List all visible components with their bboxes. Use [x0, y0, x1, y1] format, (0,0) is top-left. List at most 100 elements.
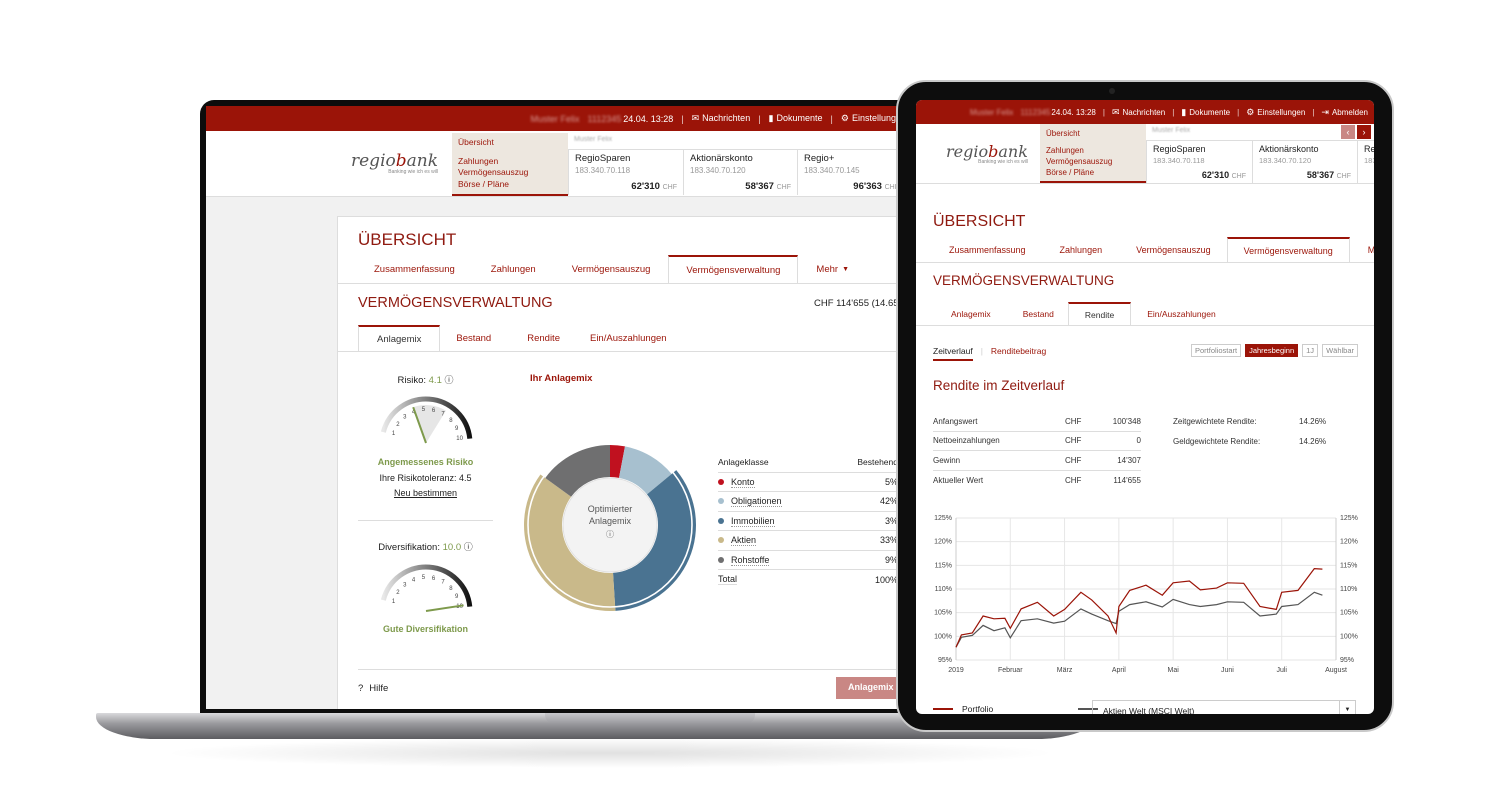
header: regiobank Banking wie ich es will Übersi…: [206, 131, 906, 197]
nav-item-uebersicht[interactable]: Übersicht: [458, 137, 562, 149]
nav-item-vermoegensauszug[interactable]: Vermögensauszug: [1046, 156, 1140, 167]
page-title: ÜBERSICHT: [358, 230, 457, 249]
subtab-anlagemix[interactable]: Anlagemix: [358, 325, 441, 351]
tab-vermoegensverwaltung[interactable]: Vermögensverwaltung: [1226, 237, 1350, 263]
gauge-tick: 7: [441, 580, 445, 586]
nav-item-boerse[interactable]: Börse / Pläne: [458, 179, 562, 191]
documents-link[interactable]: ▮ Dokumente: [1181, 107, 1230, 118]
allocation-row[interactable]: Immobilien 3%: [718, 512, 898, 531]
next-account-button[interactable]: ›: [1357, 125, 1371, 139]
account-number: 183.340.70.120: [690, 166, 746, 175]
account-owner: Muster Felix: [574, 136, 613, 143]
subtab-ein-auszahlungen[interactable]: Ein/Auszahlungen: [580, 325, 677, 351]
account-card[interactable]: Aktionärskonto 183.340.70.120 58'367 CHF: [683, 149, 797, 195]
messages-link[interactable]: ✉ Nachrichten: [692, 113, 751, 124]
tab-vermoegensauszug[interactable]: Vermögensauszug: [554, 255, 669, 284]
reassess-link[interactable]: Neu bestimmen: [358, 488, 493, 498]
document-icon: ▮: [768, 113, 774, 123]
logout-link[interactable]: ⇥ Abmelden: [1321, 107, 1368, 118]
performance-chart[interactable]: 95% 95% 100% 100% 105% 105% 110% 110% 115% 115% 12…: [926, 510, 1366, 680]
allocation-row[interactable]: Konto 5%: [718, 473, 898, 492]
tab-mehr-label: Mehr: [816, 264, 839, 275]
divider: |: [1172, 107, 1175, 117]
column-header-class: Anlageklasse: [718, 457, 769, 468]
subtab-bestand[interactable]: Bestand: [440, 325, 507, 351]
allocation-row[interactable]: Rohstoffe 9%: [718, 551, 898, 570]
account-name: Reg: [1364, 144, 1374, 154]
messages-label: Nachrichten: [1122, 107, 1166, 117]
legend-portfolio: Portfolio: [962, 704, 994, 714]
logout-icon: ⇥: [1321, 106, 1329, 117]
tab-zusammenfassung[interactable]: Zusammenfassung: [916, 237, 1042, 263]
prev-account-button[interactable]: ‹: [1341, 125, 1355, 139]
tab-zahlungen[interactable]: Zahlungen: [473, 255, 554, 284]
account-card[interactable]: Reg 183: [1357, 140, 1374, 183]
column-header-current: Bestehend: [857, 457, 898, 468]
risk-label-row: Risiko: 4.1 ⓘ: [358, 373, 493, 386]
period-portfoliostart[interactable]: Portfoliostart: [1190, 344, 1242, 357]
allocation-row[interactable]: Obligationen 42%: [718, 492, 898, 512]
account-card[interactable]: Aktionärskonto 183.340.70.120 58'367 CHF: [1252, 140, 1357, 183]
subtab-ein-auszahlungen[interactable]: Ein/Auszahlungen: [1131, 302, 1232, 326]
period-buttons: Portfoliostart Jahresbeginn 1J Wählbar: [1187, 344, 1358, 357]
total-value: 100%: [874, 574, 898, 585]
account-number: 183: [1364, 156, 1374, 165]
chevron-down-icon: ▼: [1339, 701, 1355, 714]
subtab-anlagemix[interactable]: Anlagemix: [933, 302, 1009, 326]
account-card[interactable]: RegioSparen 183.340.70.118 62'310 CHF: [568, 149, 683, 195]
documents-label: Dokumente: [1189, 107, 1231, 117]
tab-mehr[interactable]: Mehr▼: [1350, 237, 1374, 263]
account-card[interactable]: Regio+ 183.340.70.145 96'363 CHF: [797, 149, 906, 195]
regiobank-logo[interactable]: regiobank Banking wie ich es will: [946, 142, 1028, 165]
account-amount: 58'367 CHF: [1306, 170, 1351, 180]
messages-link[interactable]: ✉ Nachrichten: [1112, 107, 1165, 118]
asset-class: Rohstoffe: [718, 554, 770, 566]
info-icon[interactable]: ⓘ: [464, 542, 473, 552]
diversification-label-row: Diversifikation: 10.0 ⓘ: [358, 540, 493, 553]
subtab-rendite[interactable]: Rendite: [507, 325, 580, 351]
divider: |: [980, 346, 983, 356]
divider: [338, 283, 906, 284]
regiobank-logo[interactable]: regiobank Banking wie ich es will: [351, 151, 438, 175]
stats-table: Anfangswert CHF 100'348 Nettoeinzahlungen C…: [933, 412, 1141, 490]
subtab-bestand[interactable]: Bestand: [1009, 302, 1068, 326]
y-tick-left: 125%: [934, 515, 952, 522]
x-tick: Juli: [1276, 667, 1287, 674]
info-icon[interactable]: ⓘ: [445, 375, 454, 385]
tab-zahlungen[interactable]: Zahlungen: [1042, 237, 1121, 263]
view-tab-zeitverlauf[interactable]: Zeitverlauf: [933, 346, 973, 361]
nav-item-uebersicht[interactable]: Übersicht: [1046, 128, 1140, 139]
account-name: Aktionärskonto: [1259, 144, 1319, 154]
tab-vermoegensverwaltung[interactable]: Vermögensverwaltung: [668, 255, 799, 284]
gear-icon: ⚙: [840, 113, 849, 123]
nav-item-zahlungen[interactable]: Zahlungen: [458, 156, 562, 168]
tab-zusammenfassung[interactable]: Zusammenfassung: [338, 255, 473, 284]
main-nav: Übersicht Zahlungen Vermögensauszug Börs…: [1040, 124, 1146, 183]
tab-vermoegensauszug[interactable]: Vermögensauszug: [1120, 237, 1227, 263]
gauge-tick: 9: [455, 426, 459, 432]
documents-link[interactable]: ▮ Dokumente: [769, 113, 823, 124]
account-name: Regio+: [804, 153, 835, 164]
period-jahresbeginn[interactable]: Jahresbeginn: [1245, 344, 1299, 357]
benchmark-select[interactable]: Aktien Welt (MSCI Welt) ▼: [1092, 700, 1356, 714]
period-waehlbar[interactable]: Wählbar: [1322, 344, 1358, 357]
account-card[interactable]: RegioSparen 183.340.70.118 62'310 CHF: [1146, 140, 1252, 183]
diversification-status: Gute Diversifikation: [382, 624, 469, 634]
allocation-row[interactable]: Aktien 33%: [718, 531, 898, 551]
period-1j[interactable]: 1J: [1302, 344, 1319, 357]
user-name: Muster Felix: [969, 107, 1014, 117]
returns-row: Zeitgewichtete Rendite: 14.26%: [1173, 417, 1327, 427]
subtab-rendite[interactable]: Rendite: [1067, 302, 1132, 326]
settings-link[interactable]: ⚙ Einstellungen: [1246, 107, 1305, 118]
top-bar: Muster Felix 1112345 24.04. 13:28 | ✉ Nac…: [916, 100, 1374, 124]
nav-item-boerse[interactable]: Börse / Pläne: [1046, 167, 1140, 178]
overview-card: ÜBERSICHT Zusammenfassung Zahlungen Verm…: [337, 216, 906, 709]
tab-mehr[interactable]: Mehr▼: [798, 255, 867, 284]
donut-center[interactable]: Optimierter Anlagemix ⓘ: [562, 477, 658, 573]
nav-item-zahlungen[interactable]: Zahlungen: [1046, 145, 1140, 156]
section-title: VERMÖGENSVERWALTUNG: [933, 273, 1115, 288]
y-tick-right: 115%: [1340, 562, 1357, 569]
nav-item-vermoegensauszug[interactable]: Vermögensauszug: [458, 167, 562, 179]
help-link[interactable]: ? Hilfe: [358, 683, 388, 694]
view-tab-renditebeitrag[interactable]: Renditebeitrag: [991, 346, 1046, 361]
